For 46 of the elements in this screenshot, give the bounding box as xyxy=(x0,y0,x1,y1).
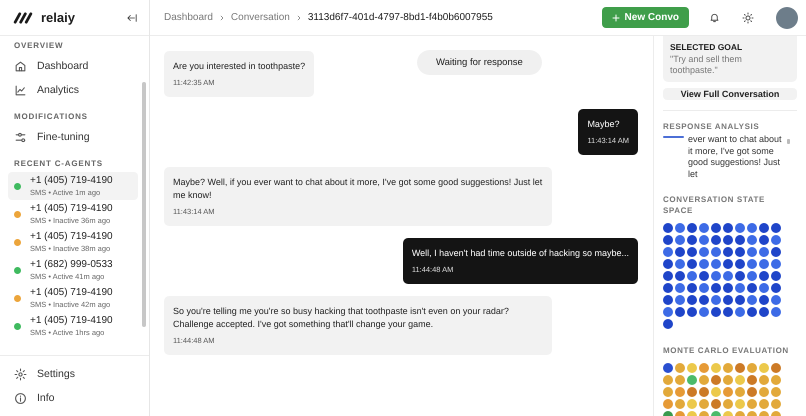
agent-phone: +1 (405) 719-4190 xyxy=(30,315,113,326)
goal-title: SELECTED GOAL xyxy=(670,42,744,52)
agent-phone: +1 (405) 719-4190 xyxy=(30,287,113,298)
progress-line xyxy=(663,136,684,138)
info-icon xyxy=(14,392,27,404)
sliders-icon xyxy=(14,130,27,144)
panel-heading: CONVERSATION STATE SPACE xyxy=(663,194,766,216)
message-text: Maybe? xyxy=(587,118,620,131)
view-conversation-button[interactable]: View Full Conversation xyxy=(663,88,797,100)
nav-item[interactable]: Dashboard xyxy=(8,54,142,78)
message-text: Well, I haven't had time outside of hacking so maybe... xyxy=(412,247,629,260)
agent-phone: +1 (682) 999-0533 xyxy=(30,259,113,270)
scrollbar[interactable] xyxy=(787,139,790,144)
agent-phone: +1 (405) 719-4190 xyxy=(30,175,113,186)
nav-item[interactable]: Fine-tuning xyxy=(8,125,142,149)
nav-item[interactable]: Settings xyxy=(8,362,141,386)
avatar[interactable] xyxy=(776,6,798,28)
status-pill: Waiting for response xyxy=(417,50,542,75)
section-heading: MODIFICATIONS xyxy=(13,111,89,123)
breadcrumb-link[interactable]: Conversation xyxy=(230,12,290,23)
message-text: Maybe? Well, if you ever want to chat about it more, I've got some good suggestions! Just let me know! xyxy=(173,176,543,202)
plus-icon xyxy=(612,14,620,22)
sun-icon xyxy=(742,12,754,24)
breadcrumb-link[interactable]: Dashboard xyxy=(164,12,213,23)
message-text: So you're telling me you're so busy hacking that toothpaste isn't even on your radar? Challenge accepted. I've got something that'll change your game. xyxy=(173,305,510,331)
collapse-arrow-icon xyxy=(126,12,138,22)
logo-icon xyxy=(13,12,33,24)
scrollbar[interactable] xyxy=(142,82,146,327)
nav-item[interactable]: Info xyxy=(8,386,141,410)
section-heading: OVERVIEW xyxy=(13,40,64,52)
house-icon xyxy=(14,60,27,72)
goal-text: "Try and sell them toothpaste." xyxy=(670,54,743,76)
section-heading: RECENT C-AGENTS xyxy=(13,158,104,170)
chevron-icon xyxy=(218,14,225,22)
analysis-text: ever want to chat about it more, I've got some good suggestions! Just let xyxy=(688,134,783,180)
panel-heading: MONTE CARLO EVALUATION xyxy=(663,345,790,356)
agent-phone: +1 (405) 719-4190 xyxy=(30,203,113,214)
breadcrumb-link[interactable]: 3113d6f7-401d-4797-8bd1-f4b0b6007955 xyxy=(308,12,493,23)
bell-icon xyxy=(709,12,720,23)
nav-item[interactable]: Analytics xyxy=(8,78,142,102)
message-text: Are you interested in toothpaste? xyxy=(173,60,306,73)
panel-heading: RESPONSE ANALYSIS xyxy=(663,121,760,132)
agent-phone: +1 (405) 719-4190 xyxy=(30,231,113,242)
chart-icon xyxy=(14,84,27,96)
chevron-icon xyxy=(296,14,302,22)
brand-name: relaiy xyxy=(41,10,75,25)
